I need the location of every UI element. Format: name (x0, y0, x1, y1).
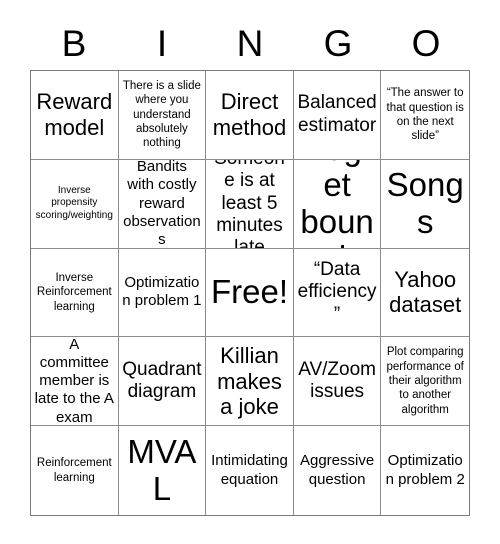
bingo-cell-label: “Data efficiency” (297, 258, 377, 325)
bingo-cell-r1c4[interactable]: Balanced estimator (293, 71, 382, 160)
bingo-cell-r1c3[interactable]: Direct method (206, 71, 294, 160)
bingo-cell-label: Optimization problem 2 (385, 452, 465, 488)
bingo-cell-r1c1[interactable]: Reward model (31, 71, 119, 160)
header-letter-o: O (411, 22, 441, 64)
bingo-cell-label: AV/Zoom issues (298, 358, 376, 403)
bingo-cell-label: Direct method (212, 89, 287, 140)
header-letter-g: G (323, 22, 353, 64)
bingo-cell-label: Killian makes a joke (217, 343, 282, 420)
bingo-cell-label: Reinforcement learning (36, 457, 112, 484)
bingo-cell-label: “The answer to that question is on the n… (386, 87, 464, 143)
bingo-grid: Reward model There is a slide where you u… (30, 70, 470, 516)
bingo-cell-r3c3[interactable]: Free! (206, 248, 294, 338)
bingo-cell-label: Yahoo dataset (389, 266, 462, 318)
bingo-cell-label: There is a slide where you understand ab… (122, 79, 201, 150)
bingo-cell-r4c1[interactable]: A committee member is late to the A exam (31, 337, 119, 427)
bingo-cell-r4c5[interactable]: Plot comparing performance of their algo… (381, 337, 469, 427)
header-letter-n: N (236, 22, 264, 64)
bingo-cell-label: Intimidating equation (211, 452, 288, 488)
bingo-cell-label: Optimization problem 1 (122, 274, 202, 310)
bingo-card: B I N G O Reward model There is a slide w… (0, 0, 500, 544)
bingo-cell-label: Free! (210, 273, 288, 311)
bingo-cell-label: Aggressive question (299, 452, 375, 488)
bingo-cell-r3c4[interactable]: “Data efficiency” (293, 248, 382, 338)
bingo-cell-label: Reward model (36, 89, 113, 140)
bingo-cell-r3c2[interactable]: Optimization problem 1 (118, 248, 207, 338)
bingo-cell-label: Regret bound (300, 160, 374, 248)
bingo-cell-r5c3[interactable]: Intimidating equation (206, 426, 294, 515)
bingo-cell-r2c4[interactable]: Regret bound (293, 159, 382, 249)
bingo-cell-label: Songs (386, 166, 464, 240)
bingo-cell-label: Bandits with costly reward observations (123, 159, 201, 249)
bingo-cell-r1c5[interactable]: “The answer to that question is on the n… (381, 71, 469, 160)
bingo-cell-label: Quadrant diagram (122, 358, 202, 403)
bingo-cell-label: Balanced estimator (297, 92, 377, 136)
bingo-cell-label: MVAL (127, 433, 197, 507)
bingo-cell-r2c2[interactable]: Bandits with costly reward observations (118, 159, 207, 249)
bingo-cell-r2c3[interactable]: Someone is at least 5 minutes late (206, 159, 294, 249)
bingo-cell-r2c1[interactable]: Inverse propensity scoring/weighting (31, 159, 119, 249)
bingo-cell-r4c2[interactable]: Quadrant diagram (118, 337, 207, 427)
bingo-cell-label: A committee member is late to the A exam (34, 337, 114, 426)
bingo-header: B I N G O (30, 18, 470, 68)
bingo-cell-r4c3[interactable]: Killian makes a joke (206, 337, 294, 427)
bingo-cell-r2c5[interactable]: Songs (381, 159, 469, 249)
bingo-cell-r3c1[interactable]: Inverse Reinforcement learning (31, 248, 119, 338)
bingo-cell-label: Someone is at least 5 minutes late (214, 160, 285, 249)
bingo-cell-label: Plot comparing performance of their algo… (386, 346, 464, 416)
bingo-cell-r1c2[interactable]: There is a slide where you understand ab… (118, 71, 207, 160)
bingo-cell-r3c5[interactable]: Yahoo dataset (381, 248, 469, 338)
bingo-cell-label: Inverse propensity scoring/weighting (35, 184, 113, 222)
header-letter-b: B (61, 22, 87, 64)
bingo-cell-r5c1[interactable]: Reinforcement learning (31, 426, 119, 515)
bingo-cell-label: Inverse Reinforcement learning (36, 271, 112, 313)
header-letter-i: I (156, 22, 168, 64)
bingo-cell-r5c2[interactable]: MVAL (118, 426, 207, 515)
bingo-cell-r5c4[interactable]: Aggressive question (293, 426, 382, 515)
bingo-cell-r4c4[interactable]: AV/Zoom issues (293, 337, 382, 427)
bingo-cell-r5c5[interactable]: Optimization problem 2 (381, 426, 469, 515)
